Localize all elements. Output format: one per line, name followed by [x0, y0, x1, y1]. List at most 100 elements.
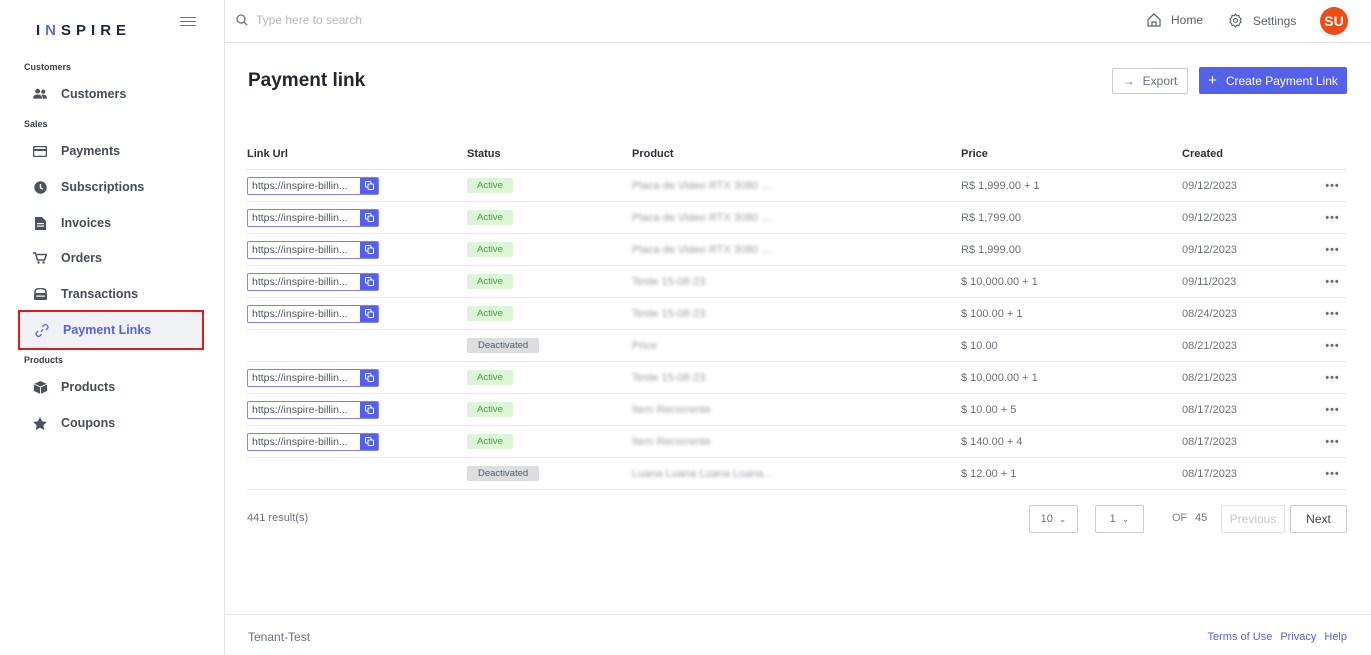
status-cell: Active: [467, 434, 632, 449]
table-row[interactable]: Deactivated Luana Luana Luana Luana... $…: [246, 458, 1347, 490]
product-cell: Teste 15-08-23: [632, 307, 706, 320]
status-badge: Active: [467, 306, 513, 321]
sidebar-item-products[interactable]: Products: [18, 370, 205, 404]
clock-icon: [33, 180, 47, 194]
column-header-created[interactable]: Created: [1182, 148, 1318, 160]
status-cell: Active: [467, 210, 632, 225]
row-actions-menu-icon[interactable]: •••: [1318, 180, 1347, 192]
sidebar-item-customers[interactable]: Customers: [18, 77, 205, 111]
section-label-products: Products: [24, 355, 64, 365]
row-actions-menu-icon[interactable]: •••: [1318, 276, 1347, 288]
sidebar-item-invoices[interactable]: Invoices: [18, 206, 205, 240]
link-url-field[interactable]: https://inspire-billin...: [247, 208, 379, 227]
brand-logo[interactable]: INSPIRE: [36, 22, 131, 39]
table-row[interactable]: https://inspire-billin... Active Teste 1…: [246, 266, 1347, 298]
table-row[interactable]: Deactivated Price $ 10.00 08/21/2023 •••: [246, 330, 1347, 362]
status-badge: Active: [467, 434, 513, 449]
copy-icon[interactable]: [360, 209, 378, 226]
previous-button[interactable]: Previous: [1221, 505, 1285, 533]
row-actions-menu-icon[interactable]: •••: [1318, 372, 1347, 384]
export-button[interactable]: → Export: [1112, 68, 1188, 94]
link-url-field[interactable]: https://inspire-billin...: [247, 176, 379, 195]
table-row[interactable]: https://inspire-billin... Active Placa d…: [246, 170, 1347, 202]
page-number-select[interactable]: 1 ⌄: [1095, 505, 1144, 533]
link-url-text: https://inspire-billin...: [252, 179, 348, 192]
table-row[interactable]: https://inspire-billin... Active Placa d…: [246, 234, 1347, 266]
search-input[interactable]: [256, 13, 556, 27]
product-cell: Placa de Video RTX 3080 ...: [632, 243, 771, 256]
sidebar: INSPIRE Customers Customers Sales Paymen…: [0, 0, 225, 655]
price-cell: $ 10.00 + 5: [961, 403, 1017, 416]
hamburger-menu-icon[interactable]: [180, 14, 196, 28]
link-url-text: https://inspire-billin...: [252, 275, 348, 288]
sidebar-item-payments[interactable]: Payments: [18, 134, 205, 168]
link-url-cell: https://inspire-billin...: [246, 208, 467, 227]
sidebar-item-coupons[interactable]: Coupons: [18, 406, 205, 440]
row-actions-menu-icon[interactable]: •••: [1318, 244, 1347, 256]
link-url-text: https://inspire-billin...: [252, 243, 348, 256]
link-url-field[interactable]: https://inspire-billin...: [247, 240, 379, 259]
total-pages: 45: [1195, 512, 1208, 524]
table-row[interactable]: https://inspire-billin... Active Teste 1…: [246, 298, 1347, 330]
top-bar: Home Settings SU: [225, 0, 1371, 43]
column-header-status[interactable]: Status: [467, 148, 632, 160]
next-button[interactable]: Next: [1290, 505, 1347, 533]
copy-icon[interactable]: [360, 369, 378, 386]
column-header-link-url[interactable]: Link Url: [246, 148, 467, 160]
help-link[interactable]: Help: [1324, 631, 1347, 643]
create-payment-link-button[interactable]: + Create Payment Link: [1199, 67, 1347, 94]
price-cell: R$ 1,999.00: [961, 243, 1021, 256]
row-actions-menu-icon[interactable]: •••: [1318, 436, 1347, 448]
copy-icon[interactable]: [360, 241, 378, 258]
users-icon: [33, 87, 47, 101]
link-url-text: https://inspire-billin...: [252, 435, 348, 448]
link-url-field[interactable]: https://inspire-billin...: [247, 272, 379, 291]
column-header-price[interactable]: Price: [961, 148, 1182, 160]
row-actions-menu-icon[interactable]: •••: [1318, 340, 1347, 352]
product-cell: Price: [632, 339, 658, 352]
star-icon: [33, 416, 47, 430]
table-row[interactable]: https://inspire-billin... Active Item Re…: [246, 426, 1347, 458]
privacy-link[interactable]: Privacy: [1280, 631, 1316, 643]
search-icon: [236, 14, 248, 26]
column-header-product[interactable]: Product: [632, 148, 961, 160]
copy-icon[interactable]: [360, 177, 378, 194]
status-badge: Active: [467, 242, 513, 257]
link-url-text: https://inspire-billin...: [252, 211, 348, 224]
terms-of-use-link[interactable]: Terms of Use: [1208, 631, 1273, 643]
home-link[interactable]: Home: [1147, 13, 1203, 27]
sidebar-item-transactions[interactable]: Transactions: [18, 277, 205, 311]
sidebar-item-subscriptions[interactable]: Subscriptions: [18, 170, 205, 204]
status-cell: Active: [467, 274, 632, 289]
link-url-field[interactable]: https://inspire-billin...: [247, 304, 379, 323]
status-badge: Deactivated: [467, 338, 540, 353]
sidebar-item-payment-links[interactable]: Payment Links: [18, 310, 204, 350]
copy-icon[interactable]: [360, 433, 378, 450]
copy-icon[interactable]: [360, 305, 378, 322]
home-icon: [1147, 13, 1161, 27]
link-url-field[interactable]: https://inspire-billin...: [247, 368, 379, 387]
sidebar-item-orders[interactable]: Orders: [18, 241, 205, 275]
table-row[interactable]: https://inspire-billin... Active Placa d…: [246, 202, 1347, 234]
link-url-field[interactable]: https://inspire-billin...: [247, 432, 379, 451]
row-actions-menu-icon[interactable]: •••: [1318, 468, 1347, 480]
row-actions-menu-icon[interactable]: •••: [1318, 212, 1347, 224]
avatar[interactable]: SU: [1320, 7, 1348, 35]
plus-icon: +: [1208, 72, 1217, 89]
row-actions-menu-icon[interactable]: •••: [1318, 308, 1347, 320]
copy-icon[interactable]: [360, 401, 378, 418]
copy-icon[interactable]: [360, 273, 378, 290]
price-cell: $ 140.00 + 4: [961, 435, 1023, 448]
page-title: Payment link: [248, 70, 366, 91]
page-size-select[interactable]: 10 ⌄: [1029, 505, 1078, 533]
table-row[interactable]: https://inspire-billin... Active Item Re…: [246, 394, 1347, 426]
row-actions-menu-icon[interactable]: •••: [1318, 404, 1347, 416]
created-cell: 09/12/2023: [1182, 179, 1238, 192]
settings-link[interactable]: Settings: [1228, 13, 1296, 28]
box-icon: [33, 380, 47, 394]
table-row[interactable]: https://inspire-billin... Active Teste 1…: [246, 362, 1347, 394]
status-badge: Active: [467, 210, 513, 225]
price-cell: $ 100.00 + 1: [961, 307, 1023, 320]
search-bar: [236, 13, 556, 27]
link-url-field[interactable]: https://inspire-billin...: [247, 400, 379, 419]
